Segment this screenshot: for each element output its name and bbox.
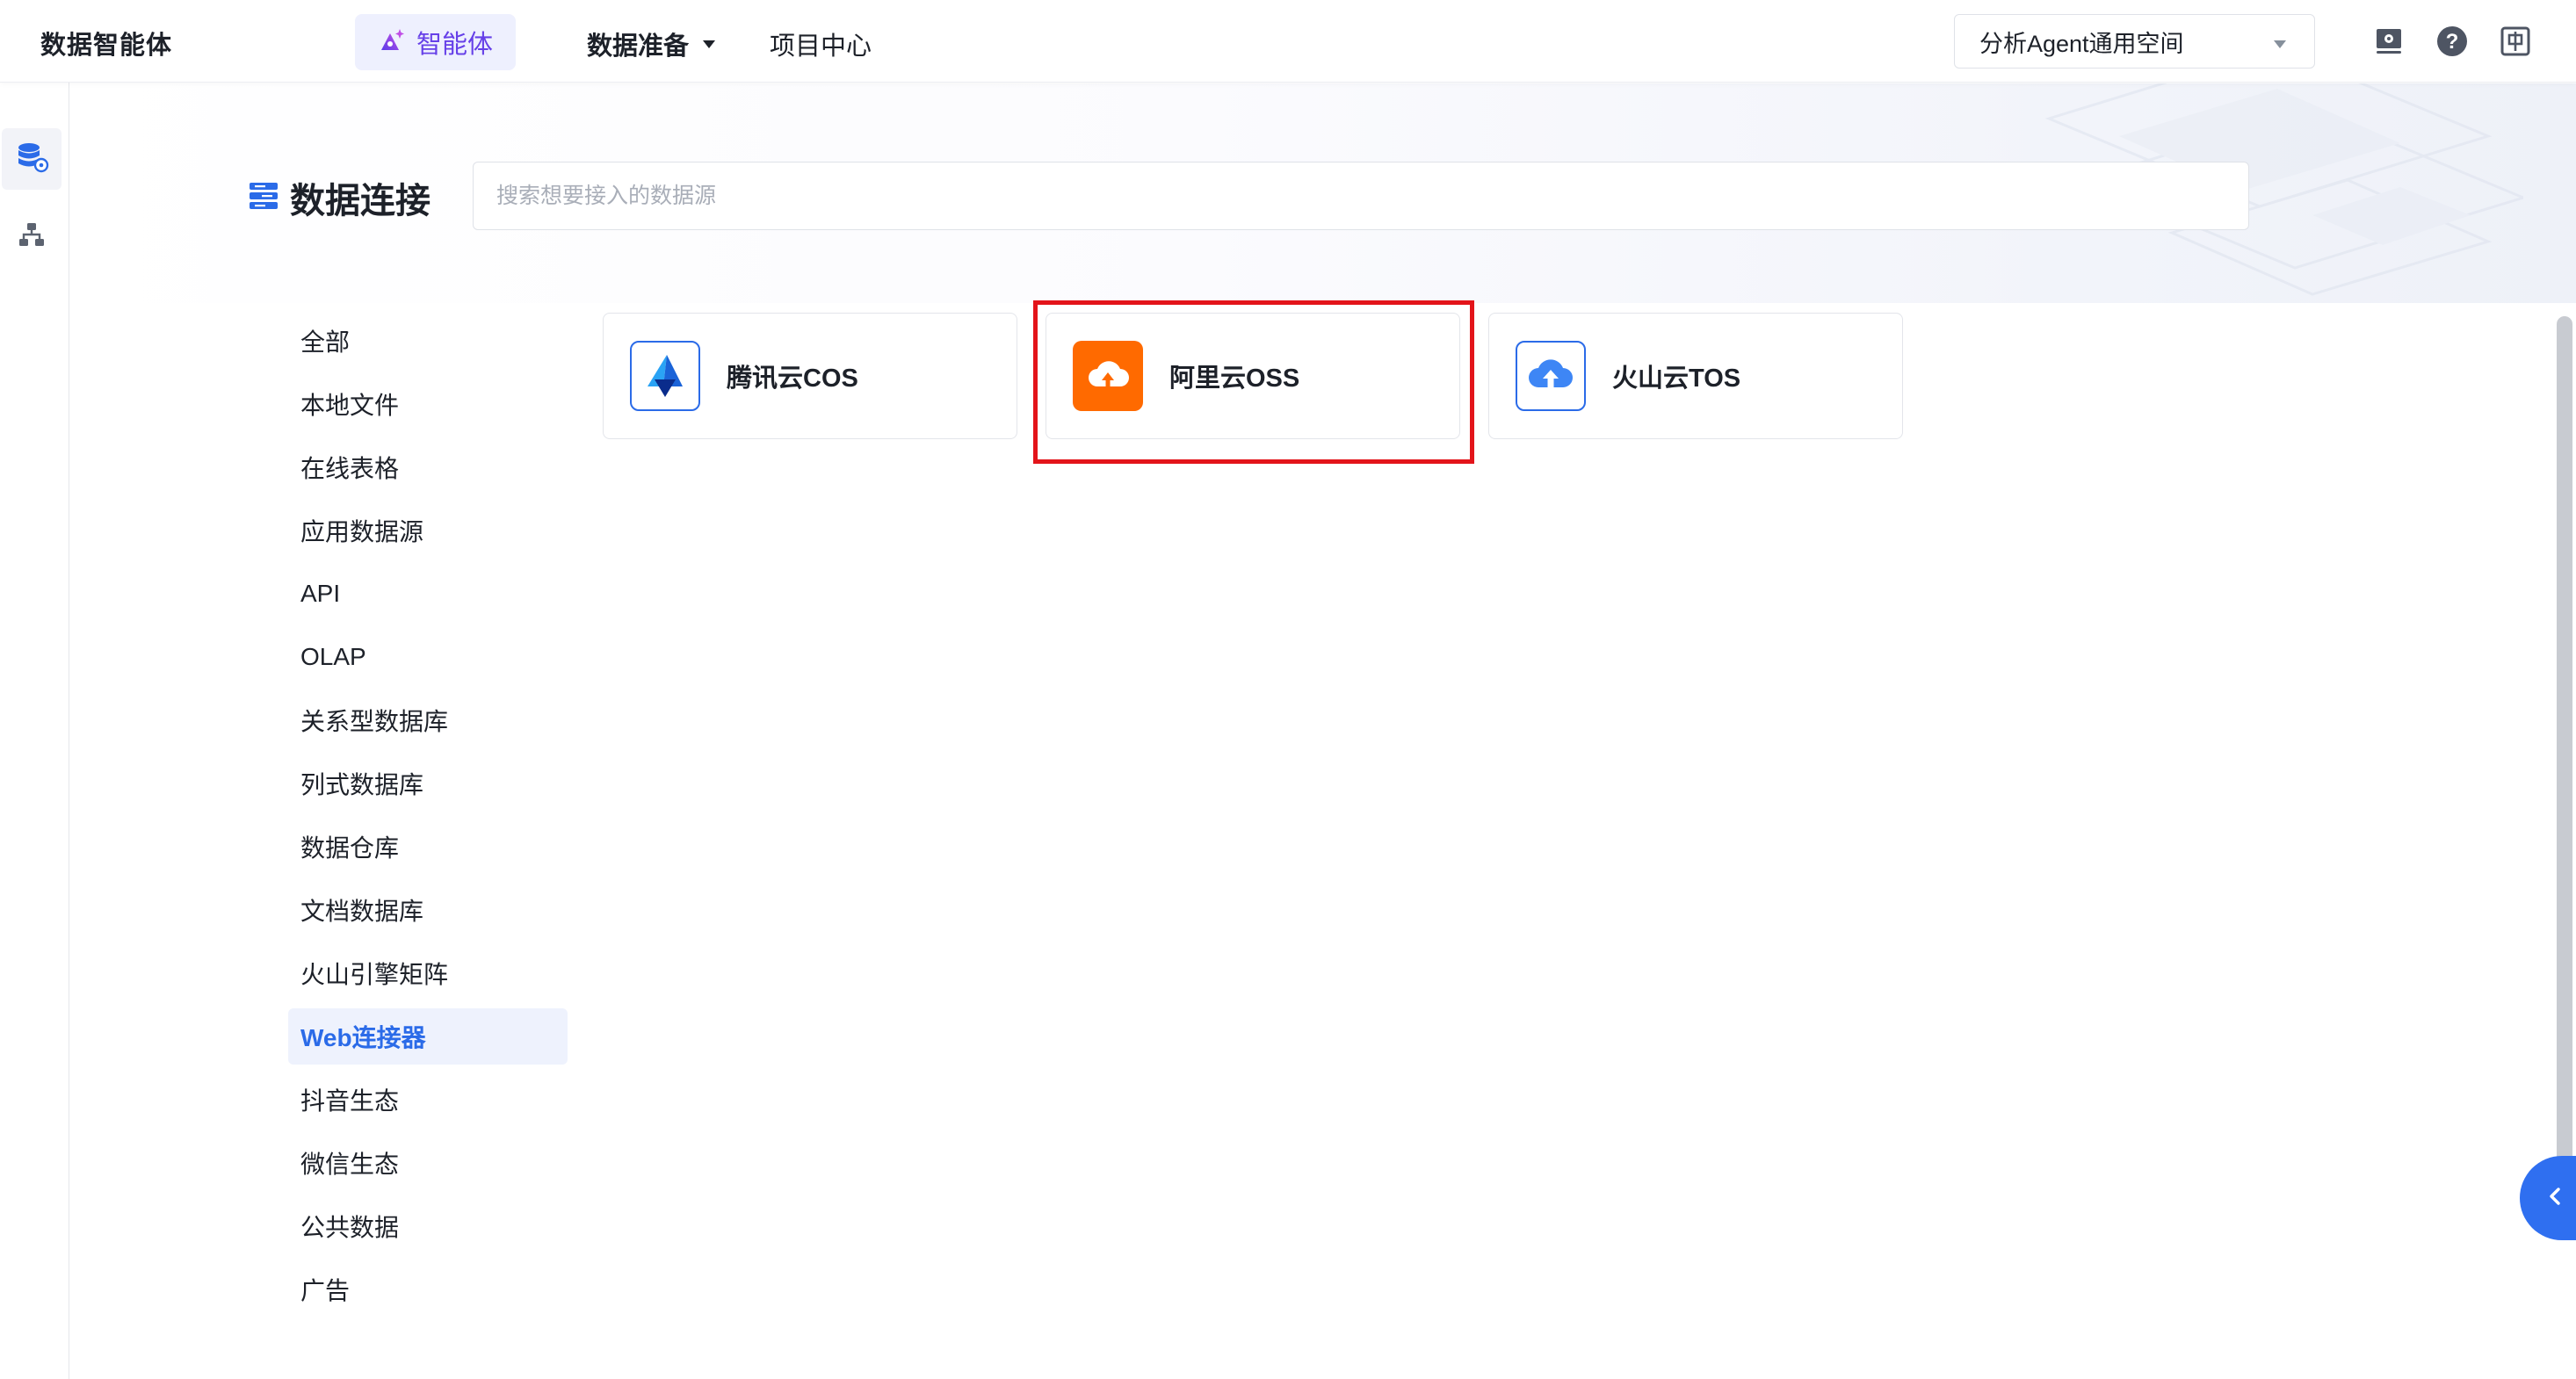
category-douyin-ecosystem[interactable]: 抖音生态	[288, 1072, 568, 1128]
app-brand-title: 数据智能体	[40, 32, 173, 60]
top-navigation-bar: 数据智能体 智能体 数据准备 项目中心 分析Agent通用空间 ?	[0, 0, 2576, 83]
chevron-left-icon	[2546, 1186, 2564, 1211]
connector-card-tencent-cos[interactable]: 腾讯云COS	[603, 313, 1017, 439]
connector-card-volcano-tos[interactable]: 火山云TOS	[1488, 313, 1903, 439]
category-api[interactable]: API	[288, 566, 568, 622]
data-connection-icon	[248, 180, 279, 216]
category-relational-db[interactable]: 关系型数据库	[288, 692, 568, 748]
nav-agent-tab[interactable]: 智能体	[355, 14, 516, 70]
category-columnar-db[interactable]: 列式数据库	[288, 755, 568, 812]
category-all[interactable]: 全部	[288, 313, 568, 369]
rail-item-data-connection[interactable]	[2, 128, 62, 190]
help-icon[interactable]: ?	[2435, 25, 2469, 58]
category-volcengine-matrix[interactable]: 火山引擎矩阵	[288, 945, 568, 1001]
connector-name: 阿里云OSS	[1169, 365, 1300, 393]
rail-item-org-tree[interactable]	[2, 206, 62, 267]
connector-card-aliyun-oss[interactable]: 阿里云OSS	[1046, 313, 1460, 439]
category-ads[interactable]: 广告	[288, 1261, 568, 1318]
connector-name: 腾讯云COS	[727, 365, 858, 393]
aliyun-oss-logo-icon	[1073, 341, 1143, 411]
scrollbar-thumb[interactable]	[2557, 316, 2572, 1238]
nav-project-label: 项目中心	[770, 32, 872, 61]
category-web-connector[interactable]: Web连接器	[288, 1008, 568, 1065]
category-local-files[interactable]: 本地文件	[288, 376, 568, 432]
connector-name: 火山云TOS	[1612, 365, 1741, 393]
language-zh-icon[interactable]	[2499, 25, 2532, 58]
svg-text:?: ?	[2446, 30, 2459, 54]
chevron-down-icon	[2274, 40, 2286, 48]
nav-data-prep-label: 数据准备	[587, 32, 690, 61]
category-olap[interactable]: OLAP	[288, 629, 568, 685]
volcano-tos-logo-icon	[1516, 341, 1586, 411]
nav-project-center[interactable]: 项目中心	[770, 25, 872, 62]
org-tree-icon	[17, 220, 47, 254]
agent-sparkle-icon	[378, 26, 406, 59]
category-public-data[interactable]: 公共数据	[288, 1198, 568, 1254]
category-online-sheets[interactable]: 在线表格	[288, 439, 568, 495]
workspace-selected-value: 分析Agent通用空间	[1979, 30, 2184, 57]
nav-agent-label: 智能体	[416, 31, 493, 59]
monitor-gear-icon[interactable]	[2372, 25, 2406, 58]
left-rail	[0, 83, 69, 1379]
category-document-db[interactable]: 文档数据库	[288, 882, 568, 938]
page-title-text: 数据连接	[290, 182, 431, 220]
category-app-datasource[interactable]: 应用数据源	[288, 502, 568, 559]
collapse-panel-button[interactable]	[2520, 1156, 2576, 1240]
page-title: 数据连接	[248, 172, 431, 223]
category-wechat-ecosystem[interactable]: 微信生态	[288, 1135, 568, 1191]
caret-down-icon	[703, 40, 716, 48]
tencent-cos-logo-icon	[630, 341, 700, 411]
database-settings-icon	[14, 140, 49, 179]
datasource-search-input[interactable]	[473, 162, 2249, 230]
category-data-warehouse[interactable]: 数据仓库	[288, 819, 568, 875]
workspace-select[interactable]: 分析Agent通用空间	[1954, 14, 2315, 69]
nav-data-prep-menu[interactable]: 数据准备	[587, 25, 716, 62]
